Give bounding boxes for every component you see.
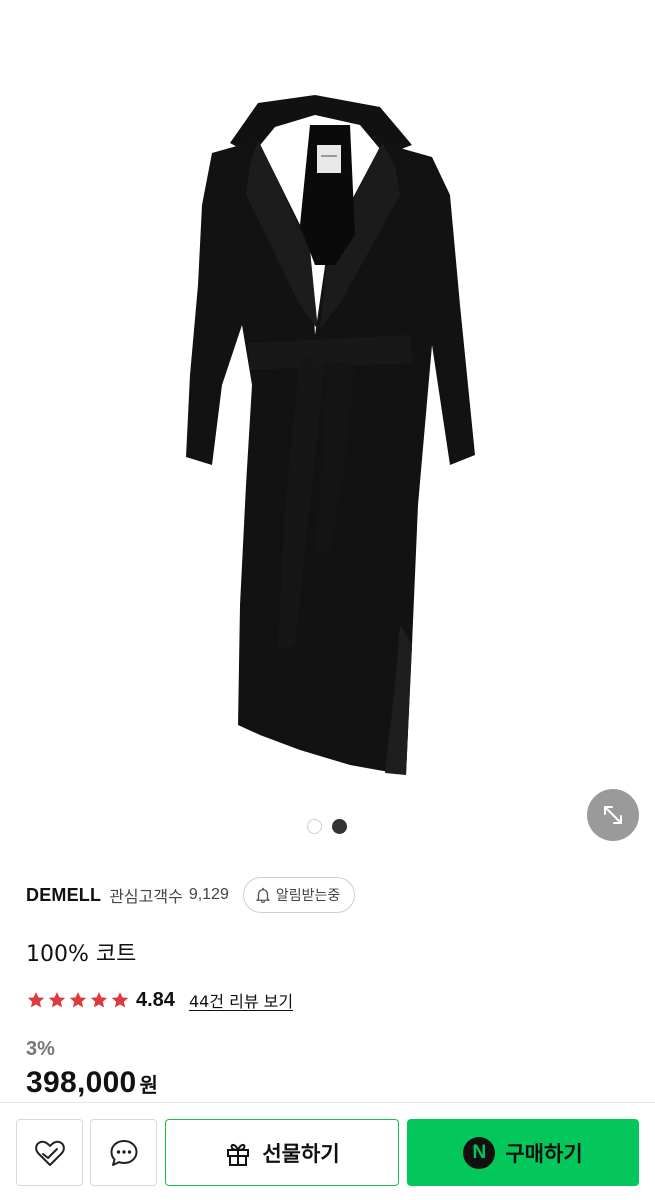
heart-check-icon [34, 1140, 65, 1166]
star-icon [90, 992, 108, 1008]
gallery-dot-2-active[interactable] [332, 819, 347, 834]
product-image-gallery[interactable] [0, 0, 655, 860]
star-icon [69, 992, 87, 1008]
fans-count: 9,129 [188, 886, 229, 903]
expand-image-button[interactable] [587, 789, 639, 841]
notification-toggle-button[interactable]: 알림받는중 [242, 877, 356, 913]
review-link[interactable]: 44건 리뷰 보기 [189, 988, 293, 1012]
brand-name[interactable]: DEMELL [26, 885, 101, 906]
product-title: 100% 코트 [26, 942, 137, 967]
bell-icon [256, 887, 270, 903]
rating-stars [26, 990, 130, 1010]
notification-toggle-label: 알림받는중 [275, 888, 341, 904]
gift-button-label: 선물하기 [262, 1141, 340, 1166]
star-icon [111, 992, 129, 1008]
discount-rate: 3% [26, 1038, 55, 1060]
star-icon [27, 992, 45, 1008]
gallery-dot-1[interactable] [307, 819, 322, 834]
buy-button[interactable]: N 구매하기 [407, 1119, 639, 1186]
price-value: 398,000 [26, 1066, 137, 1099]
gift-button[interactable]: 선물하기 [165, 1119, 399, 1186]
buy-button-label: 구매하기 [505, 1141, 583, 1166]
price-row: 398,000 원 [26, 1066, 158, 1100]
wishlist-button[interactable] [16, 1119, 83, 1186]
brand-row: DEMELL 관심고객수 9,129 알림받는중 [26, 876, 356, 914]
star-icon [48, 992, 66, 1008]
fans-label: 관심고객수 [109, 887, 183, 906]
rating-score: 4.84 [136, 988, 175, 1011]
product-image-coat [186, 95, 475, 775]
chat-button[interactable] [90, 1119, 157, 1186]
naver-pay-n-icon: N [463, 1136, 496, 1169]
chat-bubble-icon [110, 1139, 137, 1166]
rating-row: 4.84 44건 리뷰 보기 [26, 987, 293, 1013]
expand-arrows-icon [604, 806, 622, 824]
gift-icon [227, 1143, 250, 1166]
gallery-pagination [307, 819, 347, 834]
price-currency: 원 [139, 1073, 158, 1097]
bottom-action-bar: 선물하기 N 구매하기 [0, 1102, 655, 1200]
